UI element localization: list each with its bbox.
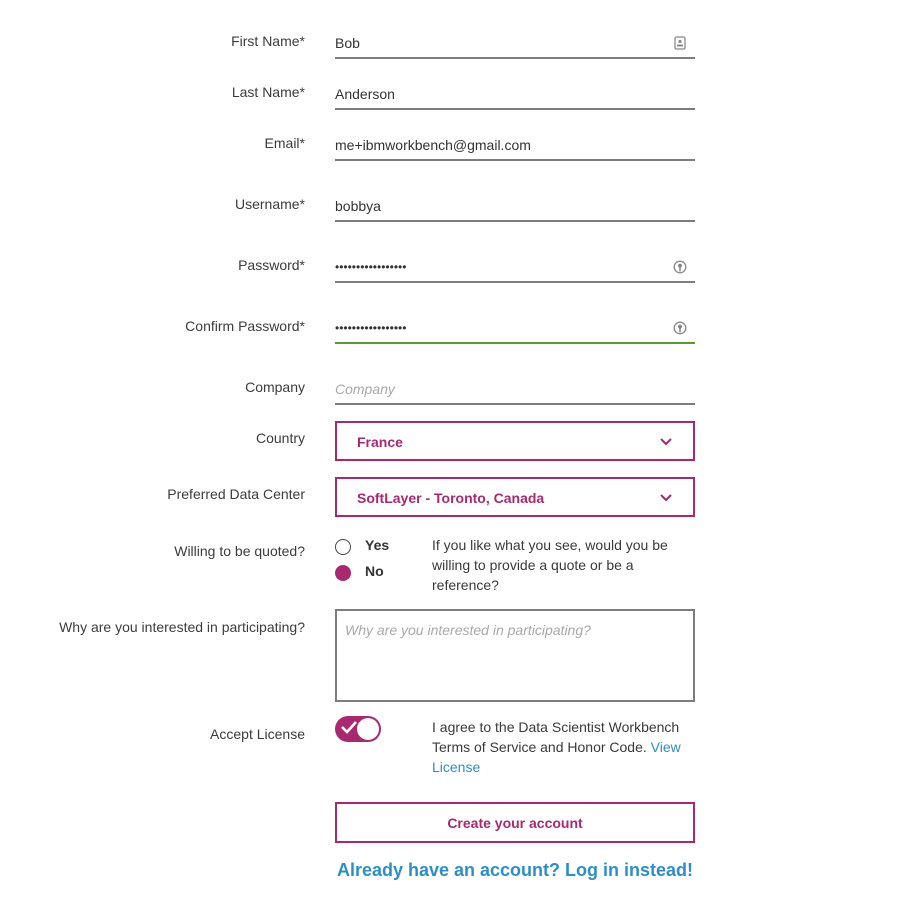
data-center-value: SoftLayer - Toronto, Canada — [357, 490, 545, 506]
last-name-value: Anderson — [335, 86, 395, 102]
last-name-label: Last Name* — [231, 84, 305, 100]
interest-placeholder: Why are you interested in participating? — [345, 622, 591, 638]
quoted-no-label[interactable]: No — [365, 563, 384, 579]
confirm-password-value: ••••••••••••••••• — [335, 321, 407, 335]
quoted-yes-radio[interactable] — [335, 539, 351, 555]
confirm-password-field[interactable]: ••••••••••••••••• — [335, 314, 695, 344]
quoted-note: If you like what you see, would you be w… — [432, 537, 668, 593]
email-label: Email* — [264, 135, 305, 151]
email-value: me+ibmworkbench@gmail.com — [335, 137, 531, 153]
license-label: Accept License — [210, 726, 305, 742]
confirm-password-label: Confirm Password* — [185, 318, 305, 334]
chevron-down-icon — [660, 494, 672, 502]
create-account-button[interactable]: Create your account — [335, 802, 695, 843]
quoted-label: Willing to be quoted? — [174, 543, 305, 559]
company-label: Company — [245, 379, 305, 395]
quoted-yes-label[interactable]: Yes — [365, 537, 389, 553]
chevron-down-icon — [660, 438, 672, 446]
quoted-no-radio[interactable] — [335, 565, 351, 581]
login-link[interactable]: Already have an account? Log in instead! — [335, 860, 695, 881]
interest-textarea[interactable]: Why are you interested in participating? — [335, 609, 695, 702]
password-manager-key-icon[interactable] — [673, 260, 687, 274]
country-label: Country — [255, 430, 305, 446]
license-toggle[interactable] — [335, 716, 381, 742]
country-value: France — [357, 434, 403, 450]
email-field[interactable]: me+ibmworkbench@gmail.com — [335, 131, 695, 161]
password-value: ••••••••••••••••• — [335, 260, 407, 274]
first-name-field[interactable]: Bob — [335, 29, 695, 59]
first-name-label: First Name* — [231, 33, 305, 49]
username-value: bobbya — [335, 198, 381, 214]
company-field[interactable]: Company — [335, 375, 695, 405]
password-manager-key-icon[interactable] — [673, 321, 687, 335]
contact-card-icon[interactable] — [673, 36, 687, 50]
license-note-text: I agree to the Data Scientist Workbench … — [432, 719, 680, 755]
password-label: Password* — [238, 257, 305, 273]
checkmark-icon — [341, 721, 357, 734]
username-label: Username* — [234, 196, 305, 212]
first-name-value: Bob — [335, 35, 360, 51]
company-placeholder: Company — [335, 381, 395, 397]
data-center-label: Preferred Data Center — [167, 486, 305, 502]
country-select[interactable]: France — [335, 421, 695, 461]
toggle-knob — [357, 718, 379, 740]
password-field[interactable]: ••••••••••••••••• — [335, 253, 695, 283]
license-note: I agree to the Data Scientist Workbench … — [432, 717, 687, 777]
last-name-field[interactable]: Anderson — [335, 80, 695, 110]
interest-label: Why are you interested in participating? — [59, 619, 305, 635]
data-center-select[interactable]: SoftLayer - Toronto, Canada — [335, 477, 695, 517]
username-field[interactable]: bobbya — [335, 192, 695, 222]
